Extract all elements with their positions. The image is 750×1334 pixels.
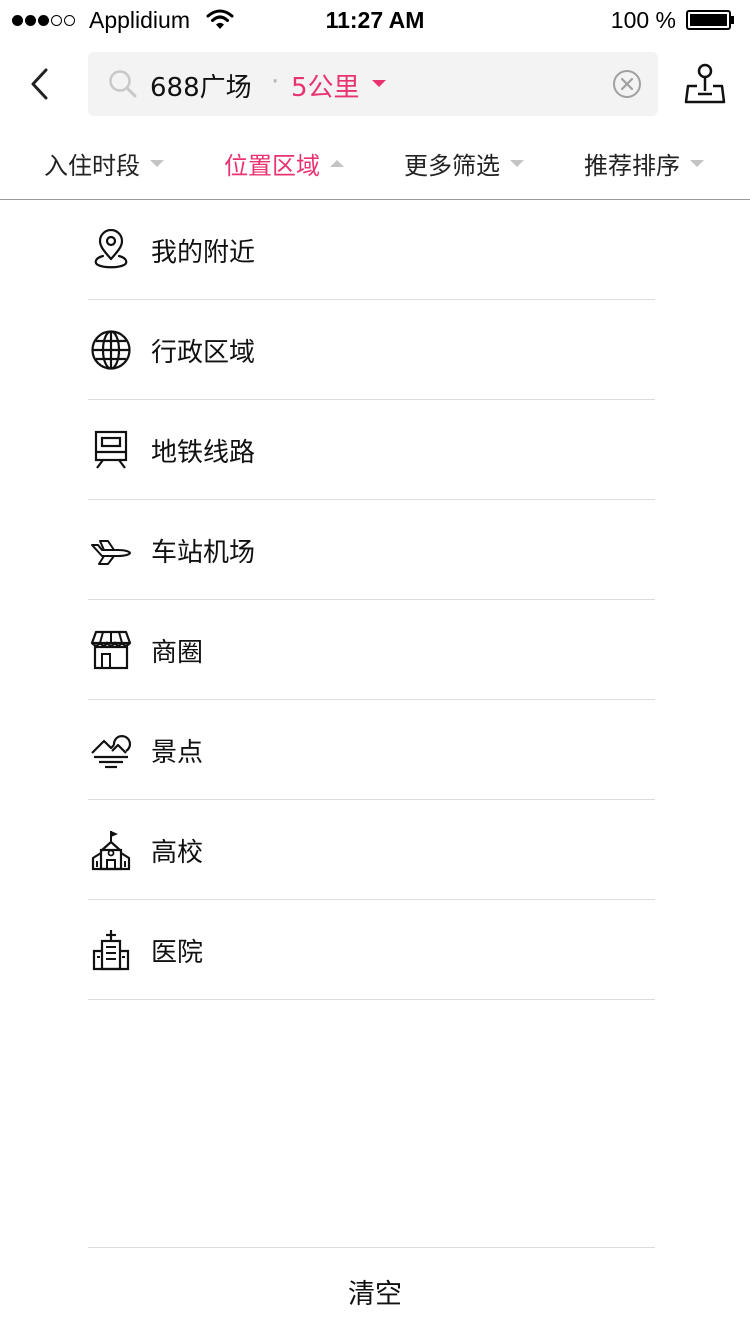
tab-checkin-period[interactable]: 入住时段 [44, 146, 164, 180]
list-item-label: 行政区域 [151, 338, 256, 368]
tab-label: 推荐排序 [584, 151, 680, 180]
tab-sort[interactable]: 推荐排序 [584, 146, 704, 180]
location-pin-icon [94, 229, 128, 269]
subway-icon [94, 430, 128, 469]
caret-down-icon [510, 159, 524, 167]
list-item-label: 商圈 [151, 638, 204, 668]
shop-icon [90, 630, 132, 670]
caret-up-icon [330, 159, 344, 167]
list-item-label: 景点 [151, 738, 204, 768]
list-item-business-district[interactable]: 商圈 [88, 600, 655, 700]
battery-percentage: 100 % [610, 7, 676, 33]
airplane-icon [91, 540, 131, 565]
location-category-list: 我的附近 行政区域 地铁线路 车站机场 商圈 景点 高校 医院 [88, 200, 655, 1000]
caret-down-icon[interactable] [372, 80, 386, 87]
search-separator: · [271, 67, 280, 97]
list-item-label: 车站机场 [151, 538, 256, 568]
search-icon [109, 70, 137, 98]
tab-more-filters[interactable]: 更多筛选 [404, 146, 524, 180]
chevron-left-icon [31, 68, 48, 100]
caret-down-icon [690, 159, 704, 167]
tab-location-area[interactable]: 位置区域 [224, 146, 344, 180]
list-item-hospital[interactable]: 医院 [88, 900, 655, 1000]
bottom-divider [88, 1247, 655, 1248]
tab-label: 入住时段 [44, 151, 140, 180]
distance-selector[interactable]: 5公里 [291, 67, 360, 104]
list-item-district[interactable]: 行政区域 [88, 300, 655, 400]
search-bar[interactable]: 688广场 · 5公里 [88, 52, 658, 116]
status-bar: Applidium 11:27 AM 100 % [0, 0, 750, 40]
school-icon [91, 831, 131, 871]
clear-button[interactable]: 清空 [0, 1272, 750, 1311]
scenery-icon [91, 735, 132, 769]
list-item-nearby[interactable]: 我的附近 [88, 200, 655, 300]
back-button[interactable] [20, 62, 60, 106]
hospital-icon [92, 930, 130, 971]
list-item-university[interactable]: 高校 [88, 800, 655, 900]
tab-label: 位置区域 [224, 151, 320, 180]
list-item-label: 我的附近 [151, 238, 256, 268]
battery-icon [686, 10, 734, 30]
caret-down-icon [150, 159, 164, 167]
list-item-scenic-spot[interactable]: 景点 [88, 700, 655, 800]
screen: Applidium 11:27 AM 100 % 688广场 · 5公里 入住时… [0, 0, 750, 1334]
filter-bar: 入住时段 位置区域 更多筛选 推荐排序 [0, 128, 750, 200]
list-item-station-airport[interactable]: 车站机场 [88, 500, 655, 600]
list-item-label: 医院 [151, 938, 204, 968]
map-pin-icon[interactable] [684, 62, 726, 106]
clear-circle-icon[interactable] [612, 69, 642, 99]
tab-label: 更多筛选 [404, 151, 500, 180]
list-item-label: 地铁线路 [151, 438, 256, 468]
list-item-label: 高校 [151, 838, 204, 868]
search-keyword[interactable]: 688广场 [150, 67, 252, 104]
header: 688广场 · 5公里 [0, 40, 750, 128]
globe-icon [91, 330, 131, 370]
list-item-subway[interactable]: 地铁线路 [88, 400, 655, 500]
